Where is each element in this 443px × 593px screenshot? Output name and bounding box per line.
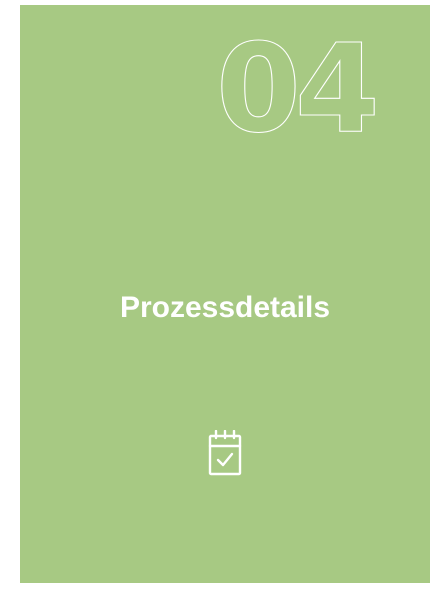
step-number: 04 [216, 27, 408, 139]
calendar-check-icon [208, 430, 242, 476]
card-title: Prozessdetails [119, 291, 331, 324]
step-number-text: 04 [216, 27, 375, 139]
process-step-card: 04 Prozessdetails [20, 5, 430, 583]
